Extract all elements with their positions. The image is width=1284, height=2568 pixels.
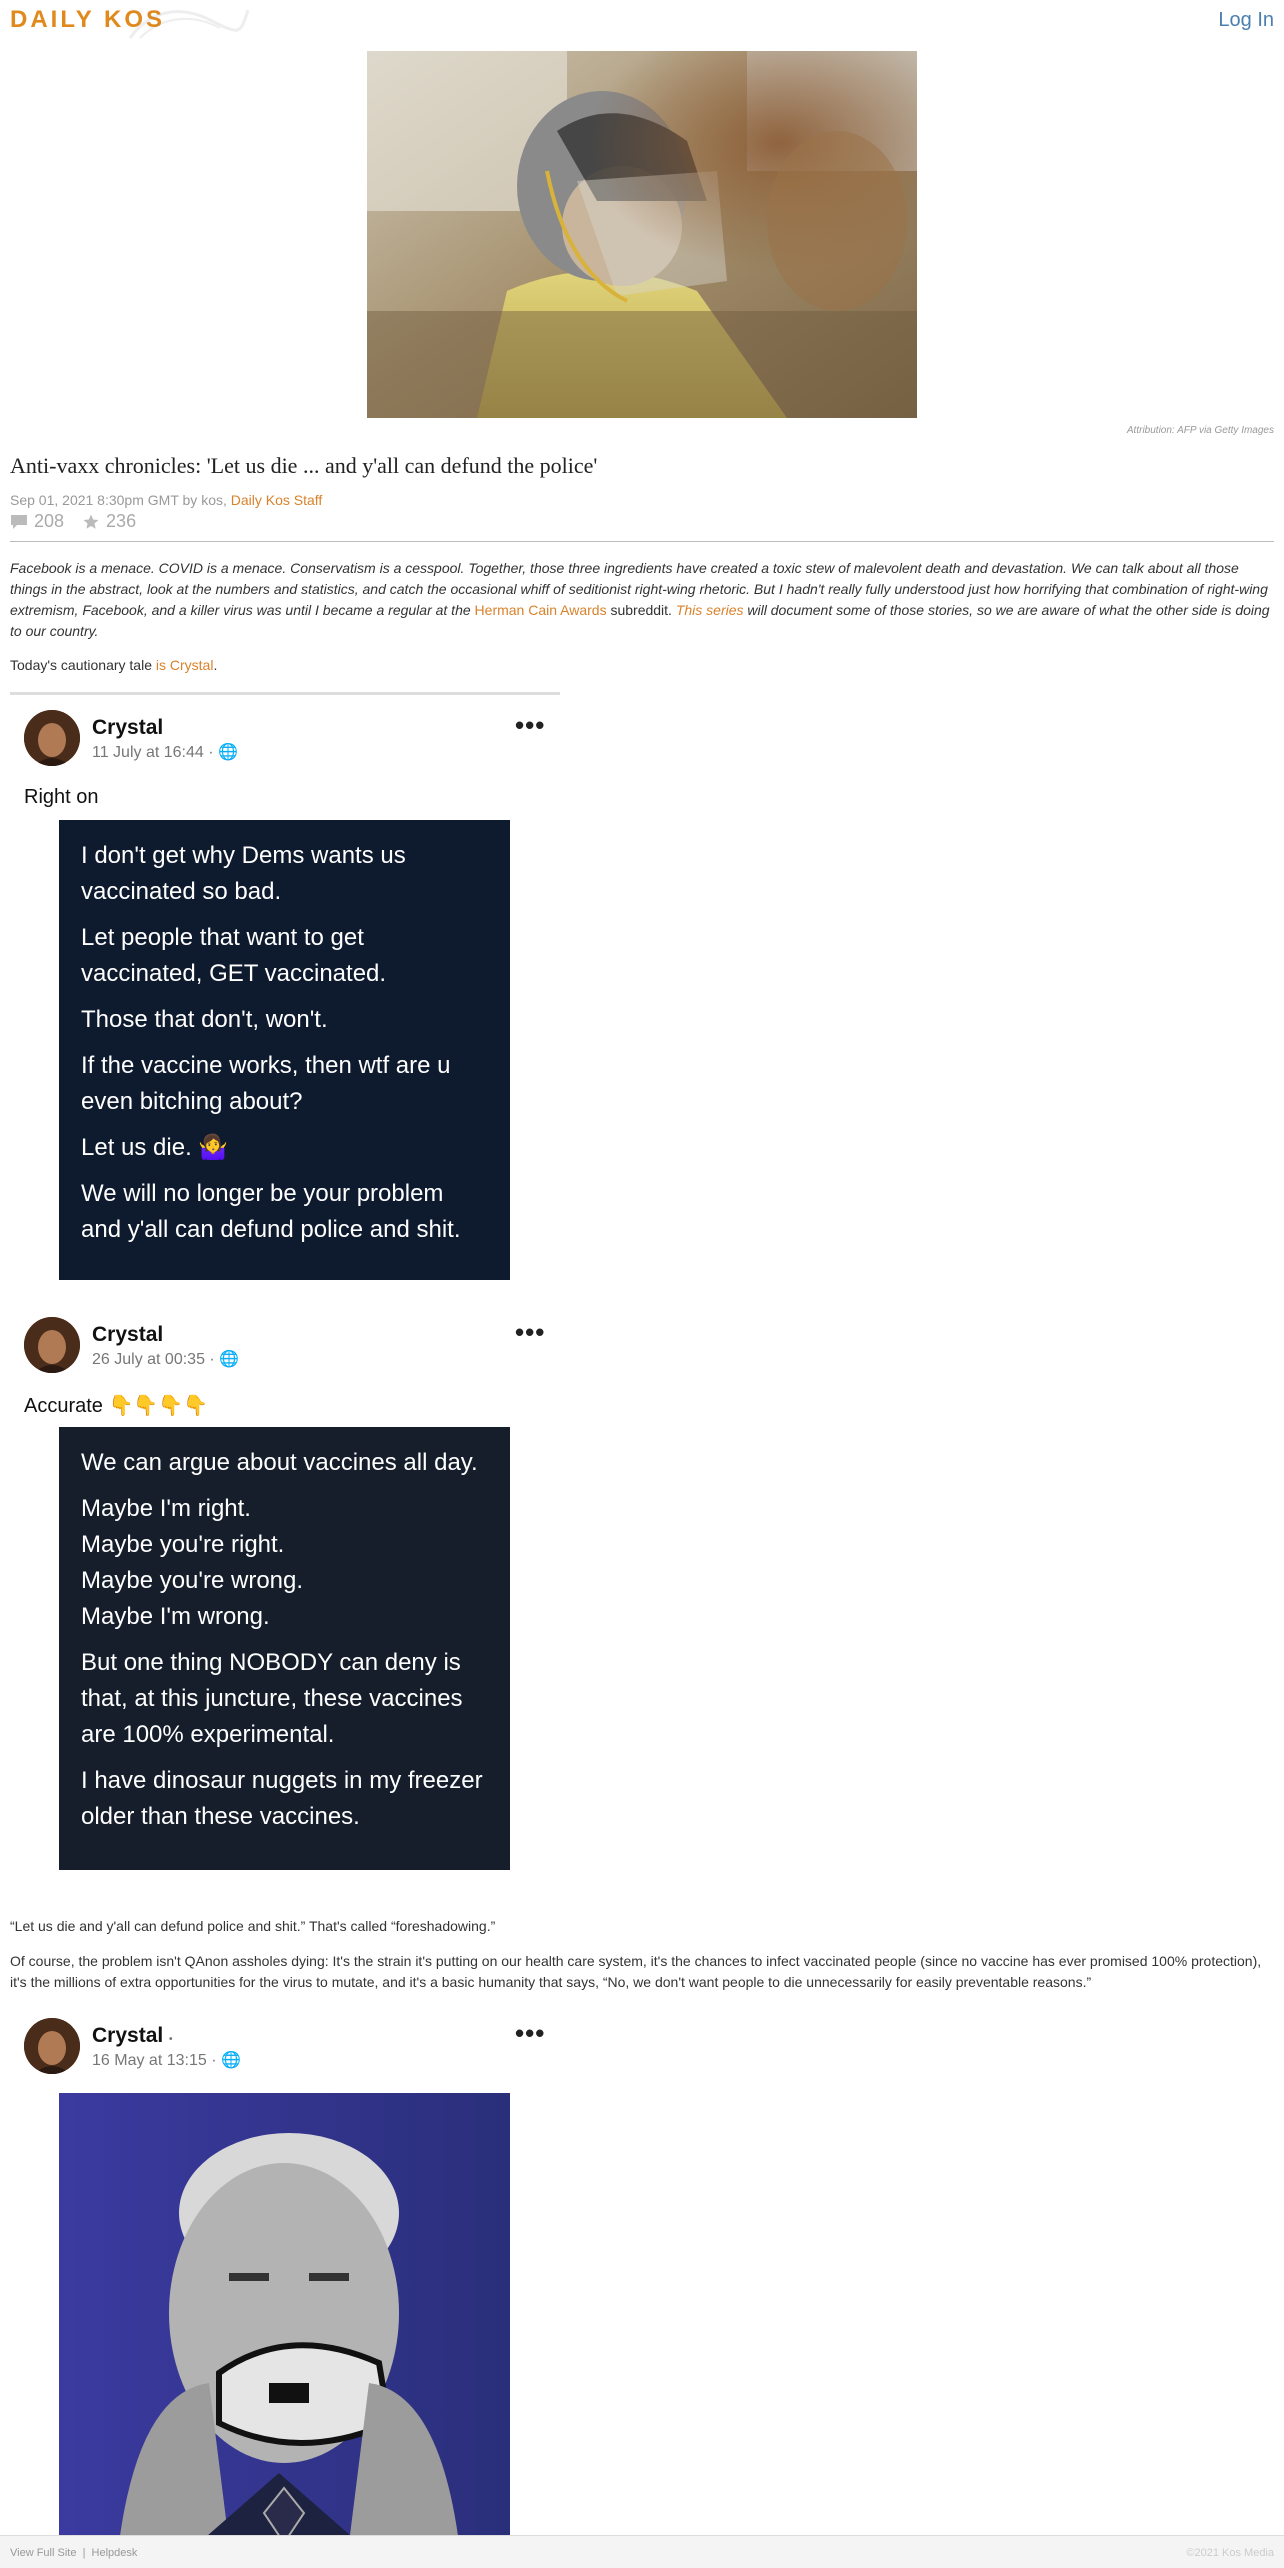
comments-count-value: 208 [34, 511, 65, 531]
card-line: We will no longer be your problem and y'… [81, 1180, 461, 1243]
is-crystal-link[interactable]: is Crystal [156, 657, 214, 673]
meme-image [59, 2093, 510, 2535]
footer-links: View Full Site | Helpdesk [10, 2547, 137, 2559]
avatar[interactable] [24, 1317, 80, 1373]
comments-count[interactable]: 208 [10, 511, 64, 532]
article-stats: 208 236 [10, 511, 136, 532]
more-options-icon[interactable]: ••• [515, 2018, 545, 2049]
article-title: Anti-vaxx chronicles: 'Let us die ... an… [10, 453, 598, 478]
today-prefix: Today's cautionary tale [10, 657, 156, 673]
globe-icon: 🌐 [220, 2052, 241, 2069]
avatar[interactable] [24, 710, 80, 766]
post-date[interactable]: 16 May at 13:15 · 🌐 [92, 2050, 241, 2070]
article-paragraph: “Let us die and y'all can defund police … [10, 1918, 496, 1934]
recommends-count-value: 236 [106, 511, 137, 531]
text-image-card: We can argue about vaccines all day. May… [59, 1427, 510, 1870]
post-date-text: 26 July at 00:35 · [92, 1351, 215, 1368]
view-full-site-link[interactable]: View Full Site [10, 2547, 76, 2559]
copyright: ©2021 Kos Media [1186, 2547, 1274, 2559]
site-header: DAILY KOS Log In [0, 0, 1284, 40]
divider [10, 541, 1274, 542]
facebook-post: Crystal • 16 May at 13:15 · 🌐 ••• [10, 2008, 560, 2535]
byline-date-author: Sep 01, 2021 8:30pm GMT by kos, [10, 492, 227, 508]
facebook-post: Crystal 26 July at 00:35 · 🌐 ••• Accurat… [10, 1307, 560, 1877]
globe-icon: 🌐 [218, 744, 238, 761]
card-line: Let people that want to get vaccinated, … [81, 924, 387, 987]
card-line: If the vaccine works, then wtf are u eve… [81, 1052, 451, 1115]
star-icon [83, 514, 99, 529]
byline-org-link[interactable]: Daily Kos Staff [231, 492, 323, 508]
embed-divider [10, 692, 560, 695]
post-text: Right on [24, 786, 99, 808]
name-suffix: • [169, 2034, 173, 2045]
lede-text-2: subreddit. [606, 602, 676, 618]
cautionary-tale-line: Today's cautionary tale is Crystal. [10, 657, 217, 673]
poster-name[interactable]: Crystal [92, 716, 163, 740]
card-line: I have dinosaur nuggets in my freezer ol… [81, 1767, 483, 1830]
poster-name-text: Crystal [92, 2024, 164, 2047]
hero-image [367, 51, 917, 418]
this-series-link[interactable]: This series [676, 602, 744, 618]
card-line: Maybe I'm wrong. [81, 1603, 270, 1630]
article-paragraph: Of course, the problem isn't QAnon assho… [10, 1953, 1262, 1990]
card-line: Maybe you're right. [81, 1531, 285, 1558]
image-attribution: Attribution: AFP via Getty Images [1126, 425, 1274, 436]
post-date-text: 11 July at 16:44 · [92, 744, 214, 761]
today-suffix: . [213, 657, 218, 673]
poster-name[interactable]: Crystal • [92, 2024, 173, 2048]
site-footer: View Full Site | Helpdesk ©2021 Kos Medi… [0, 2535, 1284, 2568]
article-lede: Facebook is a menace. COVID is a menace.… [10, 558, 1274, 642]
card-line: Maybe you're wrong. [81, 1567, 304, 1594]
post-date[interactable]: 11 July at 16:44 · 🌐 [92, 742, 238, 762]
card-line: We can argue about vaccines all day. [81, 1449, 478, 1476]
globe-icon: 🌐 [219, 1351, 240, 1368]
card-line: Those that don't, won't. [81, 1006, 328, 1033]
more-options-icon[interactable]: ••• [515, 710, 545, 741]
herman-cain-awards-link[interactable]: Herman Cain Awards [475, 602, 607, 618]
avatar[interactable] [24, 2018, 80, 2074]
facebook-post: Crystal 11 July at 16:44 · 🌐 ••• Right o… [10, 700, 560, 1290]
post-date-text: 16 May at 13:15 · [92, 2052, 217, 2069]
recommends-count[interactable]: 236 [82, 511, 136, 532]
footer-separator: | [82, 2547, 86, 2559]
more-options-icon[interactable]: ••• [515, 1317, 545, 1348]
comment-icon [11, 514, 27, 529]
helpdesk-link[interactable]: Helpdesk [92, 2547, 138, 2559]
post-text: Accurate 👇👇👇👇 [24, 1395, 209, 1417]
post-date[interactable]: 26 July at 00:35 · 🌐 [92, 1349, 239, 1369]
card-line: I don't get why Dems wants us vaccinated… [81, 842, 406, 905]
text-image-card: I don't get why Dems wants us vaccinated… [59, 820, 510, 1280]
card-line: Maybe I'm right. [81, 1495, 251, 1522]
card-line: Let us die. 🤷‍♀️ [81, 1134, 229, 1161]
logo-decoration-icon [128, 9, 250, 39]
login-link[interactable]: Log In [1218, 9, 1274, 32]
card-line: But one thing NOBODY can deny is that, a… [81, 1649, 463, 1748]
byline: Sep 01, 2021 8:30pm GMT by kos, Daily Ko… [10, 492, 322, 508]
poster-name[interactable]: Crystal [92, 1323, 163, 1347]
